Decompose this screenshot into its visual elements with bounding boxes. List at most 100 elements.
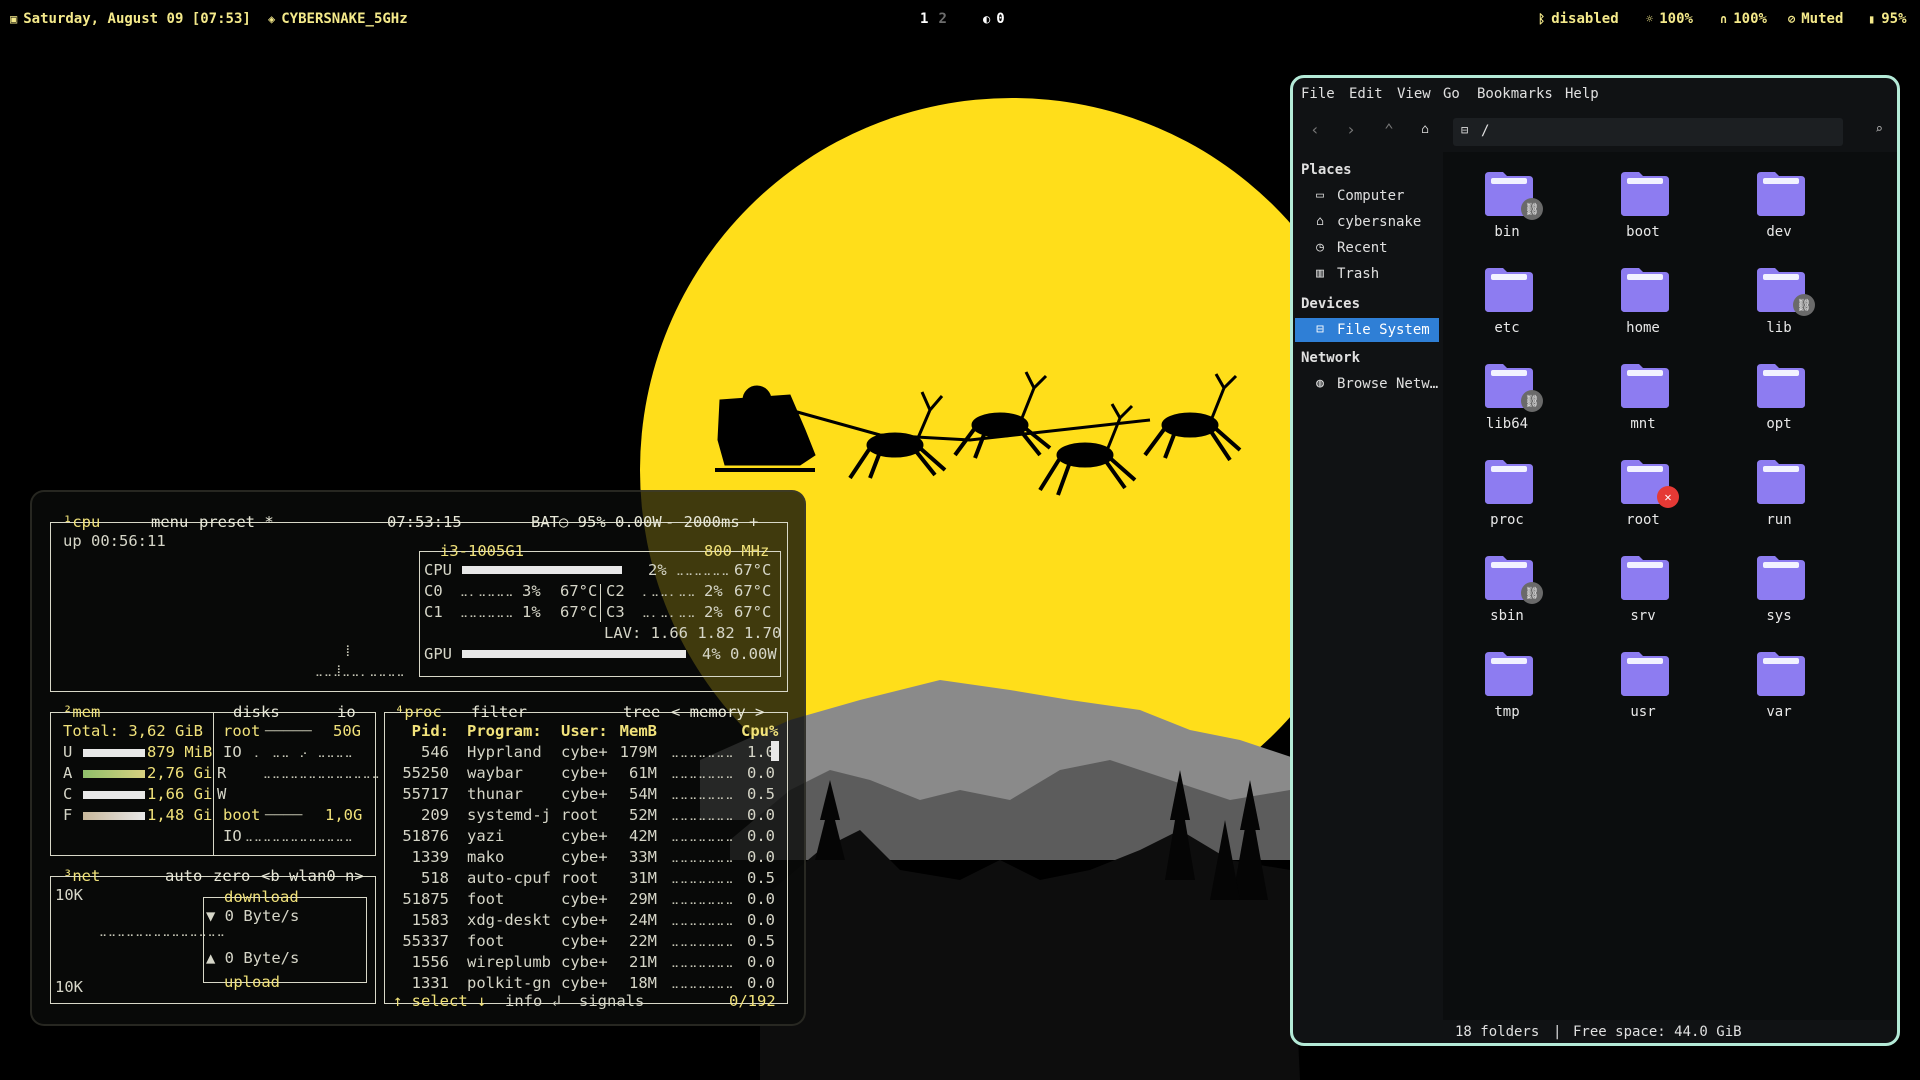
- sidebar-item-browse-network[interactable]: ◍ Browse Netw…: [1295, 372, 1439, 396]
- mem-free-key: F: [63, 806, 73, 824]
- process-row[interactable]: 51875 foot cybe+ 29M 0.0 ⣀⣀⣀⣀⣀⣀⣀: [385, 889, 775, 909]
- mem-disk-divider: [213, 713, 214, 856]
- folder-icon: [1621, 268, 1669, 312]
- menu-button[interactable]: menu: [149, 512, 190, 532]
- net-interface-selector[interactable]: <b wlan0 n>: [259, 866, 366, 886]
- search-button[interactable]: ⌕: [1867, 118, 1891, 142]
- process-cell: 0.5: [747, 932, 775, 950]
- sidebar-item-file-system[interactable]: ⊟ File System: [1295, 318, 1439, 342]
- menu-go[interactable]: Go: [1443, 86, 1460, 102]
- folder-item[interactable]: boot: [1593, 160, 1693, 256]
- process-row[interactable]: 1583 xdg-deskt cybe+ 24M 0.0 ⣀⣀⣀⣀⣀⣀⣀: [385, 910, 775, 930]
- clock-widget[interactable]: ▣ Saturday, August 09 [07:53]: [10, 11, 251, 27]
- mem-cached-key: C: [63, 785, 73, 803]
- workspace-1-button[interactable]: 1: [920, 11, 928, 27]
- folder-item[interactable]: srv: [1593, 544, 1693, 640]
- folder-item[interactable]: root ✕: [1593, 448, 1693, 544]
- folder-item[interactable]: proc: [1457, 448, 1557, 544]
- brightness-widget[interactable]: ☼ 100%: [1646, 11, 1693, 27]
- folder-grid: bin ⛓ boot dev etc home lib ⛓ lib64 ⛓ mnt opt proc ro…: [1443, 152, 1897, 1020]
- folder-item[interactable]: opt: [1729, 352, 1829, 448]
- folder-item[interactable]: run: [1729, 448, 1829, 544]
- process-row[interactable]: 55717 thunar cybe+ 54M 0.5 ⣀⣀⣀⣀⣀⣀⣀: [385, 784, 775, 804]
- folder-name: home: [1626, 320, 1660, 336]
- folder-item[interactable]: var: [1729, 640, 1829, 736]
- sidebar-item-recent[interactable]: ◷ Recent: [1295, 236, 1439, 260]
- process-scrollbar[interactable]: [771, 741, 779, 761]
- process-row[interactable]: 55250 waybar cybe+ 61M 0.0 ⣀⣀⣀⣀⣀⣀⣀: [385, 763, 775, 783]
- process-cell: 54M: [629, 785, 657, 803]
- folder-item[interactable]: dev: [1729, 160, 1829, 256]
- home-button[interactable]: ⌂: [1413, 118, 1437, 142]
- menu-bookmarks[interactable]: Bookmarks: [1477, 86, 1553, 102]
- menu-help[interactable]: Help: [1565, 86, 1599, 102]
- process-header-cell[interactable]: User:: [561, 721, 621, 741]
- footer-info[interactable]: info ↲: [505, 991, 561, 1011]
- memory-panel: ²mem disks io Total: 3,62 GiB U 879 MiB …: [50, 703, 380, 856]
- sort-selector[interactable]: < memory >: [669, 702, 766, 722]
- process-row[interactable]: 1331 polkit-gn cybe+ 18M 0.0 ⣀⣀⣀⣀⣀⣀⣀: [385, 973, 775, 993]
- net-auto-toggle[interactable]: auto: [163, 866, 204, 886]
- process-header-cell[interactable]: MemB: [617, 721, 657, 741]
- process-row[interactable]: 518 auto-cpuf root 31M 0.5 ⣀⣀⣀⣀⣀⣀⣀: [385, 868, 775, 888]
- folder-item[interactable]: bin ⛓: [1457, 160, 1557, 256]
- volume-widget[interactable]: ∩ 100%: [1720, 11, 1767, 27]
- mem-available-bar: [83, 770, 145, 778]
- footer-select[interactable]: ↑ select ↓: [393, 991, 486, 1011]
- update-interval[interactable]: - 2000ms +: [663, 512, 760, 532]
- io-toggle[interactable]: io: [335, 702, 358, 722]
- notification-widget[interactable]: ◐ 0: [983, 11, 1005, 27]
- process-row[interactable]: 1556 wireplumb cybe+ 21M 0.0 ⣀⣀⣀⣀⣀⣀⣀: [385, 952, 775, 972]
- battery-value: 95%: [1881, 11, 1907, 27]
- process-row[interactable]: 55337 foot cybe+ 22M 0.5 ⣀⣀⣀⣀⣀⣀⣀: [385, 931, 775, 951]
- folder-item[interactable]: usr: [1593, 640, 1693, 736]
- process-row[interactable]: 546 Hyprland cybe+ 179M 1.0 ⣀⣀⣀⣀⣀⣀⣀: [385, 742, 775, 762]
- process-row[interactable]: 51876 yazi cybe+ 42M 0.0 ⣀⣀⣀⣀⣀⣀⣀: [385, 826, 775, 846]
- menu-file[interactable]: File: [1301, 86, 1335, 102]
- sidebar-item-trash[interactable]: ▥ Trash: [1295, 262, 1439, 286]
- folder-item[interactable]: tmp: [1457, 640, 1557, 736]
- process-cell: systemd-j: [467, 806, 551, 824]
- process-cell: 31M: [629, 869, 657, 887]
- folder-item[interactable]: etc: [1457, 256, 1557, 352]
- footer-signals[interactable]: signals: [579, 991, 644, 1011]
- process-header-cell[interactable]: Pid:: [395, 721, 449, 741]
- parent-folder-button[interactable]: ⌃: [1377, 118, 1401, 142]
- location-bar[interactable]: ⊟ /: [1453, 118, 1843, 146]
- forward-button[interactable]: ›: [1339, 118, 1363, 142]
- process-cpu-graph: ⣀⣀⣀⣀⣀⣀⣀: [671, 745, 735, 758]
- folder-item[interactable]: home: [1593, 256, 1693, 352]
- mic-widget[interactable]: ⊘ Muted: [1788, 11, 1843, 27]
- status-bar-fm: 18 folders | Free space: 44.0 GiB: [1443, 1020, 1897, 1043]
- net-zero-toggle[interactable]: zero: [211, 866, 252, 886]
- tree-toggle[interactable]: tree: [621, 702, 662, 722]
- workspace-2-button[interactable]: 2: [938, 11, 946, 27]
- terminal-window[interactable]: ¹cpu menu preset * 07:53:15 BAT○ 95% 0.0…: [30, 490, 806, 1026]
- process-cell: 42M: [629, 827, 657, 845]
- process-row[interactable]: 209 systemd-j root 52M 0.0 ⣀⣀⣀⣀⣀⣀⣀: [385, 805, 775, 825]
- menu-edit[interactable]: Edit: [1349, 86, 1383, 102]
- folder-item[interactable]: sys: [1729, 544, 1829, 640]
- filter-button[interactable]: filter: [469, 702, 529, 722]
- net-panel-title: ³net: [63, 867, 101, 885]
- folder-item[interactable]: sbin ⛓: [1457, 544, 1557, 640]
- upload-title: upload: [224, 973, 280, 991]
- cpu-total-label: CPU: [424, 561, 452, 579]
- bluetooth-widget[interactable]: ᛒ disabled: [1538, 11, 1619, 27]
- preset-button[interactable]: preset *: [197, 512, 276, 532]
- wifi-widget[interactable]: ◈ CYBERSNAKE_5GHz: [268, 11, 408, 27]
- gpu-pct: 4% 0.00W: [702, 645, 777, 663]
- process-header-cell[interactable]: Cpu%: [741, 721, 778, 741]
- battery-widget[interactable]: ▮ 95%: [1868, 11, 1907, 27]
- back-button[interactable]: ‹: [1303, 118, 1327, 142]
- sidebar-item-computer[interactable]: ▭ Computer: [1295, 184, 1439, 208]
- folder-item[interactable]: mnt: [1593, 352, 1693, 448]
- sidebar-item-home[interactable]: ⌂ cybersnake: [1295, 210, 1439, 234]
- folder-item[interactable]: lib ⛓: [1729, 256, 1829, 352]
- file-manager-window[interactable]: File Edit View Go Bookmarks Help ‹ › ⌃ ⌂…: [1290, 75, 1900, 1046]
- menu-view[interactable]: View: [1397, 86, 1431, 102]
- process-row[interactable]: 1339 mako cybe+ 33M 0.0 ⣀⣀⣀⣀⣀⣀⣀: [385, 847, 775, 867]
- folder-item[interactable]: lib64 ⛓: [1457, 352, 1557, 448]
- mem-used-value: 879 MiB: [147, 743, 213, 761]
- process-header-cell[interactable]: Program:: [467, 721, 557, 741]
